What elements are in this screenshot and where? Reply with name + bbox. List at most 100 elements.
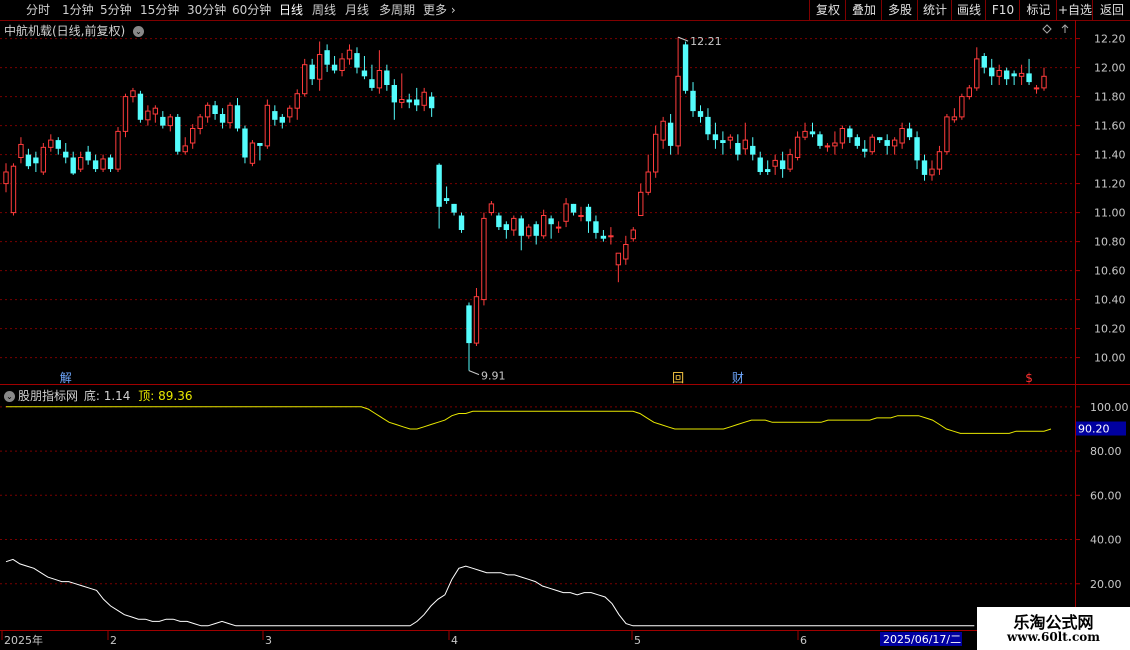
candle-body <box>891 139 898 147</box>
event-marker-2[interactable]: 财 <box>732 371 744 385</box>
price-tick-label: 10.20 <box>1094 323 1126 336</box>
price-tick-label: 12.00 <box>1094 62 1126 75</box>
candle-body <box>570 203 577 213</box>
toolbar-right-5[interactable]: F10 <box>985 0 1020 20</box>
candle-body <box>540 215 547 237</box>
candle-body <box>630 229 636 240</box>
candle-body <box>309 64 315 80</box>
price-tick-label: 10.40 <box>1094 294 1126 307</box>
toolbar-item-2[interactable]: 5分钟 <box>100 2 132 18</box>
candle-body <box>18 143 24 158</box>
candle-body <box>906 128 913 138</box>
candle-body <box>167 116 173 127</box>
toolbar-item-10[interactable]: 更多 › <box>423 2 456 18</box>
candle-body <box>623 244 629 260</box>
candle-body <box>33 157 39 164</box>
candle-body <box>757 157 763 172</box>
candle-body <box>384 70 390 85</box>
toolbar-right-6[interactable]: 标记 <box>1019 0 1057 20</box>
candle-body <box>428 96 435 109</box>
candle-body <box>652 133 659 173</box>
candle-body <box>63 151 69 158</box>
candle-body <box>1011 73 1017 77</box>
candle-body <box>1033 87 1040 90</box>
candle-body <box>122 96 129 132</box>
candle-body <box>130 90 136 98</box>
price-tick-label: 11.60 <box>1094 120 1126 133</box>
indicator-tick-label: 100.00 <box>1090 401 1129 414</box>
candle-body <box>145 110 151 121</box>
toolbar-right-4[interactable]: 画线 <box>951 0 986 20</box>
toolbar-right-0[interactable]: 复权 <box>809 0 846 20</box>
candle-body <box>264 104 271 147</box>
candle-body <box>645 171 651 193</box>
price-tick-label: 11.20 <box>1094 178 1126 191</box>
event-marker-3[interactable]: $ <box>1025 371 1033 385</box>
toolbar-right-3[interactable]: 统计 <box>917 0 952 20</box>
toolbar-item-3[interactable]: 15分钟 <box>140 2 179 18</box>
candle-body <box>107 157 114 170</box>
toolbar-item-8[interactable]: 月线 <box>345 2 369 18</box>
high-annotation: 12.21 <box>690 35 722 48</box>
candle-body <box>1026 73 1032 83</box>
candle-body <box>3 171 9 185</box>
candle-body <box>787 154 793 170</box>
candle-body <box>399 99 405 103</box>
indicator-line-top <box>6 406 1052 434</box>
date-label-4: 5 <box>634 634 641 647</box>
candle-body <box>794 136 801 158</box>
candle-body <box>638 191 644 217</box>
candle-body <box>712 134 719 141</box>
candle-body <box>197 116 203 130</box>
candle-body <box>989 67 995 77</box>
indicator-tick-label: 80.00 <box>1090 445 1122 458</box>
toolbar-right-2[interactable]: 多股 <box>881 0 918 20</box>
candle-body <box>414 99 420 106</box>
candle-body <box>877 137 883 141</box>
candle-body <box>279 116 285 123</box>
candle-body <box>578 215 584 217</box>
toolbar-item-7[interactable]: 周线 <box>312 2 336 18</box>
candle-body <box>705 116 711 135</box>
candle-body <box>339 58 345 72</box>
toolbar-item-6[interactable]: 日线 <box>279 2 303 18</box>
chart-canvas[interactable]: 12.20 12.00 11.80 11.60 11.40 11.20 11.00 10.80… <box>0 20 1130 650</box>
candle-body <box>615 252 622 266</box>
price-tick-label: 10.80 <box>1094 236 1126 249</box>
date-cursor-label: 2025/06/17/二 <box>883 633 961 646</box>
candle-body <box>436 164 442 207</box>
candle-body <box>563 203 569 222</box>
candle-body <box>981 56 987 68</box>
candle-body <box>511 217 517 231</box>
candle-body <box>951 116 958 121</box>
toolbar-right-1[interactable]: 叠加 <box>845 0 882 20</box>
event-marker-1[interactable]: 回 <box>672 371 684 385</box>
candle-body <box>361 70 368 77</box>
toolbar-item-9[interactable]: 多周期 <box>379 2 415 18</box>
toolbar-right-7[interactable]: +自选 <box>1056 0 1093 20</box>
toolbar-item-5[interactable]: 60分钟 <box>232 2 271 18</box>
toolbar-item-0[interactable]: 分时 <box>26 2 50 18</box>
candle-body <box>667 122 674 146</box>
candle-body <box>160 116 166 126</box>
candle-body <box>608 235 614 238</box>
toolbar-item-4[interactable]: 30分钟 <box>187 2 226 18</box>
candle-body <box>518 218 524 236</box>
candle-body <box>779 160 786 170</box>
candle-body <box>1041 75 1047 89</box>
candle-body <box>959 96 965 118</box>
date-label-2: 3 <box>265 634 272 647</box>
toolbar-right-8[interactable]: 返回 <box>1092 0 1130 20</box>
candle-body <box>817 134 823 146</box>
candle-body <box>406 99 412 103</box>
candle-body <box>10 165 17 214</box>
toolbar-item-1[interactable]: 1分钟 <box>62 2 94 18</box>
candle-body <box>249 142 256 164</box>
high-marker <box>677 36 689 42</box>
low-annotation: 9.91 <box>481 370 506 383</box>
event-marker-0[interactable]: 解 <box>60 371 72 385</box>
candle-body <box>555 226 562 229</box>
date-label-5: 6 <box>800 634 807 647</box>
candle-body <box>242 128 248 158</box>
watermark: 乐淘公式网 www.60lt.com <box>977 607 1130 650</box>
